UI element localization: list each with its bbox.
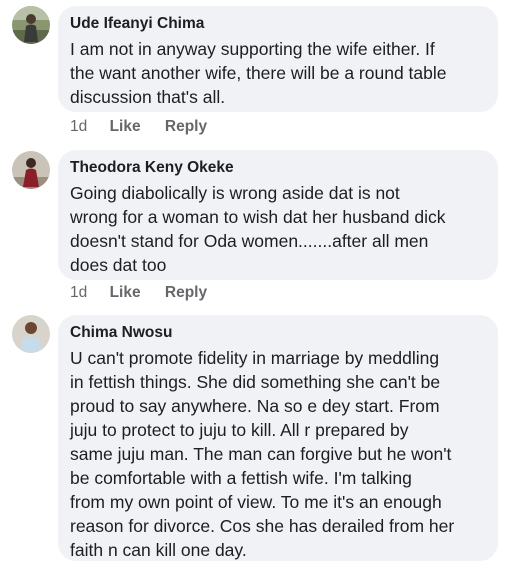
like-button[interactable]: Like (110, 117, 141, 137)
like-button[interactable]: Like (110, 283, 141, 303)
avatar[interactable] (12, 6, 50, 44)
comment-text: Going diabolically is wrong aside dat is… (70, 183, 446, 275)
reply-button[interactable]: Reply (165, 283, 207, 303)
comment-author[interactable]: Theodora Keny Okeke (70, 158, 486, 178)
comment-author[interactable]: Ude Ifeanyi Chima (70, 14, 486, 34)
comment-actions: 1d Like Reply (70, 283, 207, 303)
comment-timestamp[interactable]: 1d (70, 117, 87, 137)
comment-bubble: Chima Nwosu U can't promote fidelity in … (58, 315, 498, 561)
comment-actions: 1d Like Reply (70, 117, 207, 137)
comment-bubble: Theodora Keny Okeke Going diabolically i… (58, 150, 498, 280)
comment-timestamp[interactable]: 1d (70, 283, 87, 303)
comment-bubble: Ude Ifeanyi Chima I am not in anyway sup… (58, 6, 498, 112)
avatar[interactable] (12, 151, 50, 189)
avatar[interactable] (12, 315, 50, 353)
reply-button[interactable]: Reply (165, 117, 207, 137)
comment-text: U can't promote fidelity in marriage by … (70, 348, 455, 560)
comment-author[interactable]: Chima Nwosu (70, 323, 486, 343)
comment-text: I am not in anyway supporting the wife e… (70, 39, 447, 107)
